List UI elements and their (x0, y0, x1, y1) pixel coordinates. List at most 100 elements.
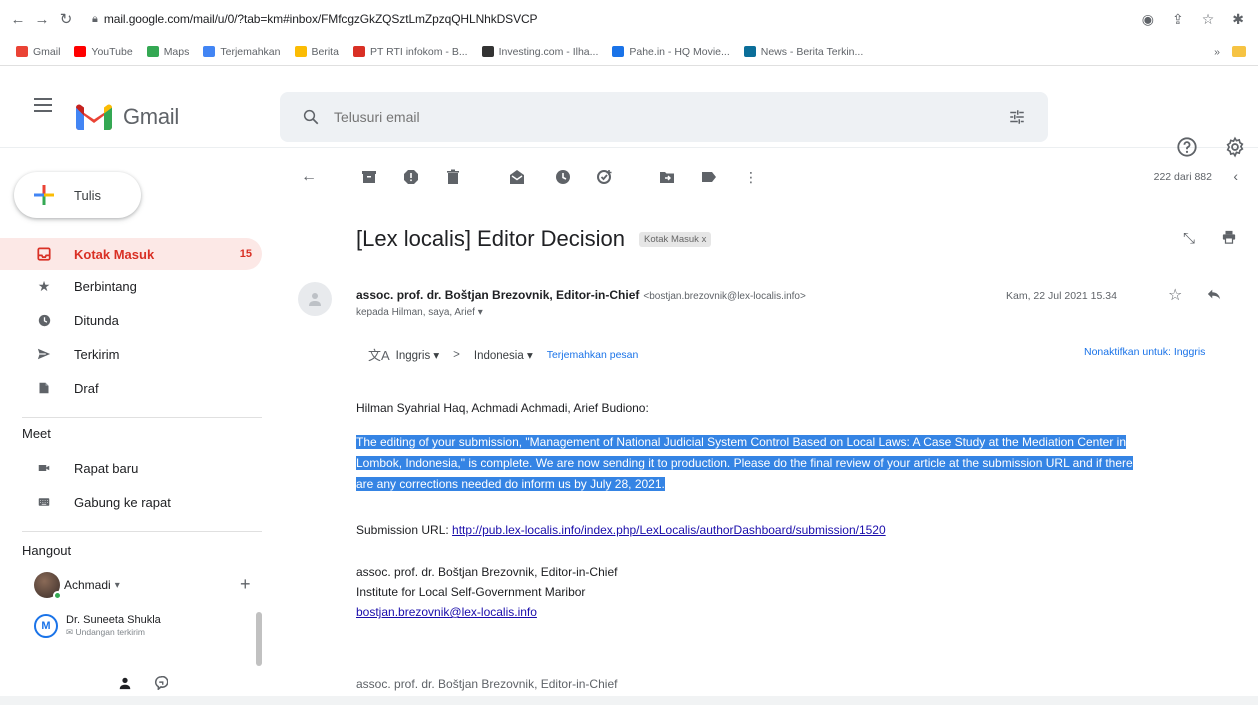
share-icon[interactable]: ⇪ (1172, 11, 1184, 28)
body-line: The editing of your submission, "Managem… (356, 435, 1127, 449)
hangout-contact[interactable]: M Dr. Suneeta Shukla ✉ Undangan terkirim (34, 614, 161, 638)
bookmark-item[interactable]: Terjemahkan (203, 46, 281, 58)
translate-message-link[interactable]: Terjemahkan pesan (547, 349, 639, 361)
translate-icon: 文A (368, 348, 390, 363)
bookmark-item[interactable]: Maps (146, 45, 190, 58)
bookmark-item[interactable]: PT RTI infokom - B... (352, 45, 468, 58)
collapse-all-icon[interactable]: ⤡ (1183, 230, 1195, 247)
sidebar-item-inbox[interactable]: Kotak Masuk 15 (0, 238, 262, 270)
keyboard-icon (36, 494, 52, 510)
compose-button[interactable]: Tulis (14, 172, 141, 218)
search-icon[interactable] (302, 108, 320, 126)
hangout-self[interactable]: Achmadi ▾ (34, 572, 120, 600)
search-bar[interactable] (280, 92, 1048, 142)
submission-url-link[interactable]: http://pub.lex-localis.info/index.php/Le… (452, 523, 886, 537)
body-line: Lombok, Indonesia," is complete. We are … (356, 456, 1133, 470)
bookmark-item[interactable]: YouTube (74, 46, 133, 58)
inbox-label-chip[interactable]: Kotak Masuk x (639, 231, 712, 247)
main-menu-icon[interactable] (34, 98, 52, 112)
url-field[interactable]: 🔒︎ mail.google.com/mail/u/0/?tab=km#inbo… (92, 6, 1142, 32)
gmail-logo[interactable]: Gmail (76, 103, 179, 130)
move-to-icon[interactable] (656, 166, 678, 188)
bookmark-favicon-icon (612, 46, 625, 57)
sender-line: assoc. prof. dr. Boštjan Brezovnik, Edit… (356, 288, 806, 302)
bookmark-favicon-icon (74, 46, 87, 57)
bookmark-star-icon[interactable]: ☆ (1202, 11, 1215, 28)
sidebar-item-label: Kotak Masuk (74, 246, 155, 262)
sidebar-item-join-meeting[interactable]: Gabung ke rapat (0, 486, 262, 518)
sidebar-item-label: Ditunda (74, 312, 119, 328)
divider (22, 531, 262, 532)
target-language-select[interactable]: Indonesia ▾ (474, 348, 533, 362)
submission-url-line: Submission URL: http://pub.lex-localis.i… (356, 520, 886, 540)
star-icon[interactable]: ☆ (1168, 285, 1182, 305)
sidebar-item-drafts[interactable]: Draf (0, 372, 262, 404)
trash-icon[interactable] (442, 166, 464, 188)
search-input[interactable] (334, 109, 974, 125)
chevron-left-icon[interactable]: ‹ (1233, 168, 1238, 184)
hangout-self-name: Achmadi (64, 578, 111, 592)
selected-paragraph: The editing of your submission, "Managem… (356, 432, 1258, 495)
sender-name[interactable]: assoc. prof. dr. Boštjan Brezovnik, Edit… (356, 288, 639, 302)
snooze-clock-icon[interactable] (552, 166, 574, 188)
label-icon[interactable] (698, 166, 720, 188)
sidebar-item-starred[interactable]: ★ Berbintang (0, 270, 262, 302)
bookmark-item[interactable]: Berita (294, 46, 339, 58)
more-bookmarks-icon[interactable]: » (1214, 46, 1220, 58)
sidebar-item-snoozed[interactable]: Ditunda (0, 304, 262, 336)
source-language-select[interactable]: Inggris ▾ (396, 348, 439, 362)
bookmark-item[interactable]: Gmail (16, 46, 60, 58)
bookmark-label: PT RTI infokom - B... (369, 45, 468, 58)
search-options-icon[interactable] (1008, 108, 1026, 126)
bookmark-favicon-icon (352, 46, 365, 57)
sender-avatar[interactable] (298, 282, 332, 316)
browser-back-button[interactable]: ← (6, 11, 30, 28)
sidebar-item-new-meeting[interactable]: Rapat baru (0, 452, 262, 484)
bookmark-item[interactable]: News - Berita Terkin... (743, 46, 863, 58)
add-task-icon[interactable] (594, 166, 616, 188)
submission-url-label: Submission URL: (356, 523, 449, 537)
browser-forward-button[interactable]: → (30, 11, 54, 28)
sidebar-item-sent[interactable]: Terkirim (0, 338, 262, 370)
bookmark-item[interactable]: Investing.com - Ilha... (481, 46, 598, 58)
signature-name: assoc. prof. dr. Boštjan Brezovnik, Edit… (356, 565, 618, 579)
folder-icon[interactable] (1232, 46, 1246, 57)
report-spam-icon[interactable] (400, 166, 422, 188)
recipients-dropdown[interactable]: kepada Hilman, saya, Arief ▾ (356, 307, 483, 318)
extension-icon[interactable]: ✱ (1232, 11, 1244, 28)
email-date: Kam, 22 Jul 2021 15.34 (1006, 290, 1117, 302)
chevron-down-icon[interactable]: ▾ (115, 580, 120, 591)
eye-icon[interactable]: ◉ (1142, 11, 1154, 28)
browser-address-bar: ← → ↻ 🔒︎ mail.google.com/mail/u/0/?tab=k… (0, 0, 1258, 38)
contact-name: Dr. Suneeta Shukla (66, 614, 161, 626)
contact-status: Undangan terkirim (75, 627, 145, 637)
sidebar-item-label: Terkirim (74, 346, 120, 362)
bookmark-label: Maps (163, 45, 190, 58)
window-bottom-edge (0, 696, 1258, 705)
print-icon[interactable] (1222, 230, 1236, 248)
email-subject: [Lex localis] Editor Decision (356, 226, 626, 251)
browser-reload-button[interactable]: ↻ (54, 10, 78, 28)
body-line: are any corrections needed do inform us … (356, 477, 665, 491)
plus-icon (34, 185, 54, 205)
bookmark-item[interactable]: Pahe.in - HQ Movie... (612, 45, 730, 58)
signature-institute: Institute for Local Self-Government Mari… (356, 585, 586, 599)
mark-unread-icon[interactable] (506, 166, 528, 188)
bookmark-favicon-icon (743, 46, 756, 57)
sidebar-item-label: Gabung ke rapat (74, 494, 171, 510)
hangout-scrollbar[interactable] (256, 612, 262, 666)
signature-email-link[interactable]: bostjan.brezovnik@lex-localis.info (356, 605, 537, 619)
reply-icon[interactable] (1206, 287, 1222, 304)
more-options-icon[interactable]: ⋮ (740, 166, 762, 188)
bookmark-favicon-icon (203, 46, 216, 57)
archive-icon[interactable] (358, 166, 380, 188)
bookmark-label: Pahe.in - HQ Movie... (629, 45, 730, 58)
bookmark-favicon-icon (146, 46, 159, 57)
gmail-wordmark: Gmail (123, 103, 179, 129)
disable-translation-link[interactable]: Nonaktifkan untuk: Inggris (1084, 346, 1205, 358)
url-text[interactable]: mail.google.com/mail/u/0/?tab=km#inbox/F… (104, 12, 538, 26)
chat-bubble-icon[interactable] (154, 675, 169, 693)
add-hangout-icon[interactable]: + (240, 574, 251, 595)
person-icon[interactable] (118, 676, 132, 693)
back-arrow-icon[interactable]: ← (298, 166, 320, 188)
